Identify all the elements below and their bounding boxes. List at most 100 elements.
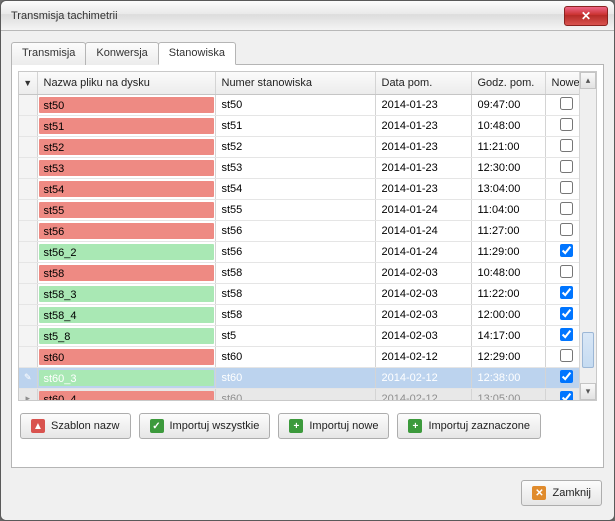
new-checkbox[interactable] [560,160,573,173]
new-checkbox[interactable] [560,307,573,320]
table-row[interactable]: st58st582014-02-0310:48:00 [19,262,579,283]
new-checkbox[interactable] [560,265,573,278]
new-checkbox[interactable] [560,391,573,401]
cell-name[interactable]: st55 [37,199,215,220]
new-checkbox[interactable] [560,223,573,236]
col-name[interactable]: Nazwa pliku na dysku [37,72,215,94]
cell-new[interactable] [545,283,579,304]
table-row[interactable]: st52st522014-01-2311:21:00 [19,136,579,157]
new-checkbox[interactable] [560,370,573,383]
cell-new[interactable] [545,136,579,157]
tab-transmisja[interactable]: Transmisja [11,42,86,65]
cell-name[interactable]: st58 [37,262,215,283]
new-checkbox[interactable] [560,118,573,131]
scroll-down-button[interactable]: ▾ [580,383,596,400]
cell-new[interactable] [545,241,579,262]
tab-konwersja[interactable]: Konwersja [85,42,158,65]
vertical-scrollbar[interactable]: ▴ ▾ [579,72,596,400]
col-num[interactable]: Numer stanowiska [215,72,375,94]
import-selected-button[interactable]: + Importuj zaznaczone [397,413,541,439]
cell-date: 2014-01-23 [375,157,471,178]
cell-name[interactable]: st54 [37,178,215,199]
up-arrow-icon: ▲ [31,419,45,433]
szablon-button[interactable]: ▲ Szablon nazw [20,413,131,439]
cell-new[interactable] [545,388,579,400]
close-icon: ✕ [581,9,591,23]
col-date[interactable]: Data pom. [375,72,471,94]
cell-name[interactable]: st56 [37,220,215,241]
close-x-icon: ✕ [532,486,546,500]
new-checkbox[interactable] [560,139,573,152]
new-checkbox[interactable] [560,244,573,257]
table-row[interactable]: st50st502014-01-2309:47:00 [19,94,579,115]
cell-time: 10:48:00 [471,115,545,136]
row-indicator [19,199,37,220]
tab-stanowiska[interactable]: Stanowiska [158,42,236,65]
cell-name[interactable]: st51 [37,115,215,136]
scroll-thumb[interactable] [582,332,594,368]
col-expand[interactable]: ▼ [19,72,37,94]
cell-name[interactable]: st58_3 [37,283,215,304]
cell-new[interactable] [545,115,579,136]
cell-new[interactable] [545,157,579,178]
name-chip: st54 [39,181,214,197]
cell-num: st50 [215,94,375,115]
window-close-button[interactable]: ✕ [564,6,608,26]
titlebar[interactable]: Transmisja tachimetrii ✕ [1,1,614,31]
row-indicator [19,220,37,241]
col-time[interactable]: Godz. pom. [471,72,545,94]
cell-new[interactable] [545,178,579,199]
table-row[interactable]: st56_2st562014-01-2411:29:00 [19,241,579,262]
table-row[interactable]: st58_3st582014-02-0311:22:00 [19,283,579,304]
cell-num: st5 [215,325,375,346]
cell-new[interactable] [545,304,579,325]
cell-num: st56 [215,220,375,241]
cell-time: 13:04:00 [471,178,545,199]
cell-new[interactable] [545,262,579,283]
cell-name[interactable]: st60 [37,346,215,367]
cell-new[interactable] [545,367,579,388]
new-checkbox[interactable] [560,328,573,341]
cell-time: 11:27:00 [471,220,545,241]
new-checkbox[interactable] [560,286,573,299]
new-checkbox[interactable] [560,202,573,215]
cell-new[interactable] [545,199,579,220]
table-row[interactable]: st55st552014-01-2411:04:00 [19,199,579,220]
cell-new[interactable] [545,346,579,367]
cell-name[interactable]: st60_4 [37,388,215,400]
cell-num: st56 [215,241,375,262]
import-all-button[interactable]: ✓ Importuj wszystkie [139,413,271,439]
scroll-up-button[interactable]: ▴ [580,72,596,89]
cell-name[interactable]: st60_3 [37,367,215,388]
table-row[interactable]: st53st532014-01-2312:30:00 [19,157,579,178]
new-checkbox[interactable] [560,349,573,362]
grid[interactable]: ▼ Nazwa pliku na dysku Numer stanowiska … [19,72,579,400]
cell-name[interactable]: st56_2 [37,241,215,262]
cell-name[interactable]: st5_8 [37,325,215,346]
col-new[interactable]: Nowe [545,72,579,94]
cell-new[interactable] [545,220,579,241]
cell-name[interactable]: st53 [37,157,215,178]
table-row[interactable]: ▸st60_4st602014-02-1213:05:00 [19,388,579,400]
szablon-label: Szablon nazw [51,420,120,432]
cell-name[interactable]: st58_4 [37,304,215,325]
table-row[interactable]: st60st602014-02-1212:29:00 [19,346,579,367]
close-button[interactable]: ✕ Zamknij [521,480,602,506]
cell-date: 2014-02-12 [375,367,471,388]
import-new-button[interactable]: + Importuj nowe [278,413,389,439]
cell-name[interactable]: st52 [37,136,215,157]
cell-date: 2014-01-24 [375,241,471,262]
new-checkbox[interactable] [560,181,573,194]
table-row[interactable]: st58_4st582014-02-0312:00:00 [19,304,579,325]
new-checkbox[interactable] [560,97,573,110]
cell-new[interactable] [545,94,579,115]
cell-name[interactable]: st50 [37,94,215,115]
table-row[interactable]: st56st562014-01-2411:27:00 [19,220,579,241]
table-row[interactable]: st51st512014-01-2310:48:00 [19,115,579,136]
table-row[interactable]: st54st542014-01-2313:04:00 [19,178,579,199]
table-row[interactable]: st5_8st52014-02-0314:17:00 [19,325,579,346]
cell-time: 09:47:00 [471,94,545,115]
name-chip: st60_4 [39,391,214,401]
table-row[interactable]: ✎st60_3st602014-02-1212:38:00 [19,367,579,388]
cell-new[interactable] [545,325,579,346]
